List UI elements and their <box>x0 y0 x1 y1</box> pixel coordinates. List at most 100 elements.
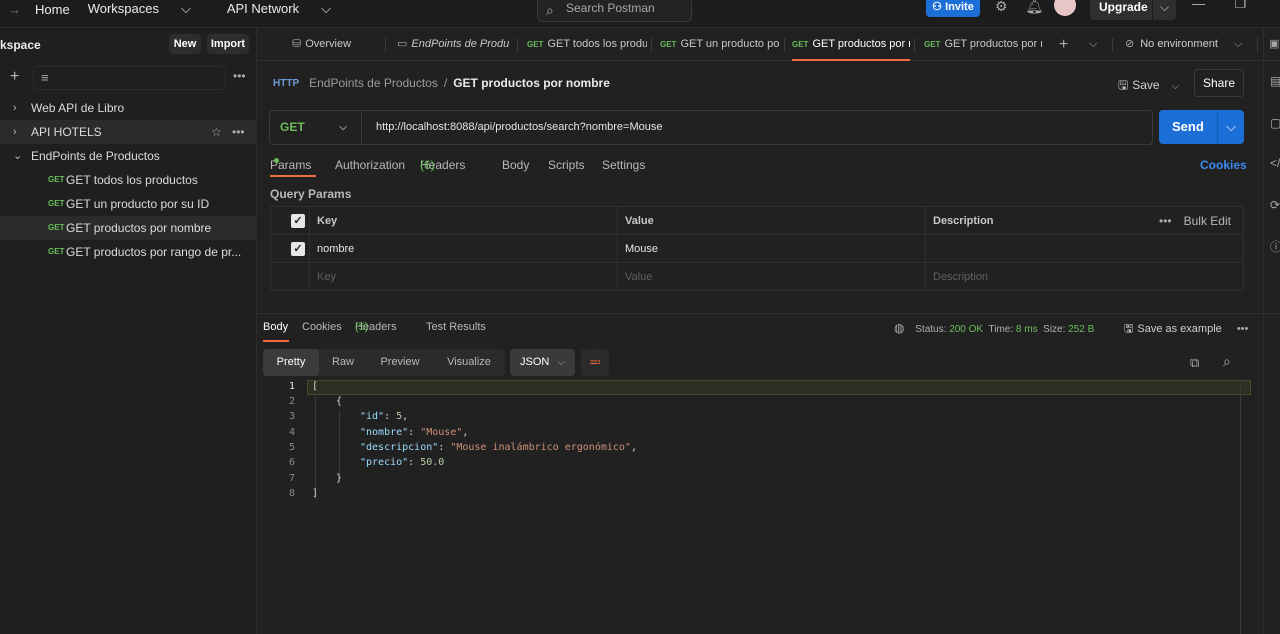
method-badge: GET <box>792 40 809 49</box>
more-icon[interactable]: ••• <box>1237 323 1249 335</box>
nav-workspaces[interactable]: Workspaces ⌵ <box>88 1 209 17</box>
invite-button[interactable]: ⚇ Invite <box>926 0 980 17</box>
avatar[interactable] <box>1054 0 1076 16</box>
method-select[interactable]: GET ⌵ <box>270 111 362 144</box>
environment-chevron-icon[interactable]: ⌵ <box>1234 28 1248 61</box>
view-visualize[interactable]: Visualize <box>435 349 503 376</box>
minimize-icon[interactable]: — <box>1192 0 1205 11</box>
tab-request[interactable]: GET GET productos por r <box>924 28 1042 61</box>
response-body-code[interactable]: 1 2 3 4 5 6 7 8 [ { "id": 5, "nombre": "… <box>257 380 1251 510</box>
tab-body[interactable]: Body <box>502 158 529 172</box>
size-label: Size: <box>1043 324 1066 335</box>
collection-endpoints-de-productos[interactable]: ⌄ EndPoints de Productos <box>0 144 257 168</box>
bell-icon[interactable]: 🔔︎ <box>1025 0 1043 14</box>
cookies-link[interactable]: Cookies <box>1200 158 1247 172</box>
url-input[interactable]: http://localhost:8088/api/productos/sear… <box>376 111 662 144</box>
collection-api-hotels[interactable]: › API HOTELS ☆ ••• <box>0 120 257 144</box>
time-value[interactable]: 8 ms <box>1016 324 1038 335</box>
share-button[interactable]: Share <box>1194 69 1244 97</box>
new-button[interactable]: New <box>169 34 201 54</box>
tab-authorization[interactable]: Authorization <box>335 158 405 172</box>
request-item-selected[interactable]: GET GET productos por nombre <box>0 216 257 240</box>
settings-icon[interactable]: ⚙ <box>995 0 1008 14</box>
restore-icon[interactable]: ❐ <box>1235 0 1247 11</box>
overview-icon: ⛁ <box>292 38 302 50</box>
comments-icon[interactable]: ▢ <box>1270 116 1280 130</box>
tab-collection[interactable]: ▭ EndPoints de Produc <box>397 28 509 61</box>
tab-overview[interactable]: ⛁ Overview <box>292 28 392 61</box>
upgrade-button[interactable]: Upgrade ⌵ <box>1090 0 1176 20</box>
format-select[interactable]: JSON ⌵ <box>510 349 575 376</box>
search-icon[interactable]: ⌕ <box>1223 353 1231 370</box>
row-checkbox[interactable]: ✓ <box>291 242 305 256</box>
breadcrumb-request[interactable]: GET productos por nombre <box>453 76 610 90</box>
info-icon[interactable]: ⓘ <box>1270 238 1280 255</box>
request-item[interactable]: GET GET productos por rango de pr... <box>0 240 257 264</box>
method-badge: GET <box>527 40 544 49</box>
request-label: GET productos por nombre <box>66 221 212 235</box>
request-item[interactable]: GET GET todos los productos <box>0 168 257 192</box>
related-icon[interactable]: ⟳ <box>1270 198 1280 212</box>
method-badge: GET <box>660 40 677 49</box>
size-value[interactable]: 252 B <box>1068 324 1094 335</box>
wrap-lines-icon[interactable]: ≕ <box>581 349 609 376</box>
status-value[interactable]: 200 OK <box>949 324 983 335</box>
param-key[interactable]: nombre <box>317 235 354 263</box>
scrollbar[interactable] <box>1240 380 1241 634</box>
chevron-down-icon[interactable]: ⌵ <box>1217 110 1244 144</box>
tab-test-results[interactable]: Test Results <box>426 321 486 333</box>
save-icon: 🖫 <box>1124 323 1134 335</box>
response-divider[interactable] <box>257 313 1280 314</box>
more-icon[interactable]: ••• <box>1159 214 1172 228</box>
filter-input[interactable]: ≡ <box>33 66 226 90</box>
save-button[interactable]: 🖫 Save ⌵ <box>1118 76 1179 97</box>
tabs-chevron-down-icon[interactable]: ⌵ <box>1089 28 1103 61</box>
value-placeholder[interactable]: Value <box>625 263 652 291</box>
bulk-edit-button[interactable]: ••• Bulk Edit <box>1159 207 1231 235</box>
breadcrumb-collection[interactable]: EndPoints de Productos <box>309 76 438 90</box>
code-icon[interactable]: </ <box>1270 156 1280 170</box>
view-preview[interactable]: Preview <box>367 349 433 376</box>
json-number: 50.0 <box>420 457 445 468</box>
tab-settings[interactable]: Settings <box>602 158 645 172</box>
nav-api-network[interactable]: API Network ⌵ <box>227 1 349 17</box>
select-all-checkbox[interactable]: ✓ <box>291 214 305 228</box>
param-value[interactable]: Mouse <box>625 235 658 263</box>
search-placeholder: Search Postman <box>566 1 655 15</box>
current-line-highlight <box>307 380 1251 395</box>
json-number: 5 <box>396 411 403 422</box>
tab-request[interactable]: GET GET todos los produ <box>527 28 647 61</box>
environment-selector[interactable]: ⊘ No environment <box>1125 28 1245 61</box>
workspace-header: kspace New Import <box>0 34 257 56</box>
new-tab-plus-icon[interactable]: + <box>1059 28 1075 61</box>
documentation-icon[interactable]: ▤ <box>1270 74 1280 88</box>
search-icon: ⌕ <box>546 2 554 18</box>
add-user-icon: ⚇ <box>932 1 943 13</box>
chevron-down-icon[interactable]: ⌵ <box>1152 0 1176 20</box>
view-pretty[interactable]: Pretty <box>263 349 319 376</box>
tab-response-body[interactable]: Body <box>263 321 288 333</box>
plus-icon[interactable]: + <box>10 68 19 86</box>
tab-scripts[interactable]: Scripts <box>548 158 585 172</box>
tab-request[interactable]: GET GET un producto po <box>660 28 782 61</box>
globe-icon[interactable]: ◍ <box>894 321 904 335</box>
description-placeholder[interactable]: Description <box>933 263 988 291</box>
more-icon[interactable]: ••• <box>232 120 245 144</box>
search-input[interactable]: ⌕ Search Postman <box>537 0 692 22</box>
save-as-example-button[interactable]: 🖫 Save as example ••• <box>1124 320 1248 339</box>
copy-icon[interactable]: ⧉ <box>1190 355 1199 371</box>
star-icon[interactable]: ☆ <box>211 120 222 144</box>
import-button[interactable]: Import <box>207 34 249 54</box>
nav-home[interactable]: Home <box>35 2 70 17</box>
tab-request-active[interactable]: GET GET productos por r <box>792 28 910 61</box>
request-item[interactable]: GET GET un producto por su ID <box>0 192 257 216</box>
collection-web-api-de-libro[interactable]: › Web API de Libro <box>0 96 257 120</box>
key-placeholder[interactable]: Key <box>317 263 336 291</box>
header-key: Key <box>317 215 338 227</box>
chevron-down-icon[interactable]: ⌵ <box>1172 81 1180 92</box>
more-icon[interactable]: ••• <box>233 69 246 83</box>
view-raw[interactable]: Raw <box>321 349 365 376</box>
send-button[interactable]: Send ⌵ <box>1159 110 1244 144</box>
tab-response-cookies[interactable]: Cookies <box>302 321 342 333</box>
back-arrow-icon[interactable]: → <box>8 2 21 17</box>
